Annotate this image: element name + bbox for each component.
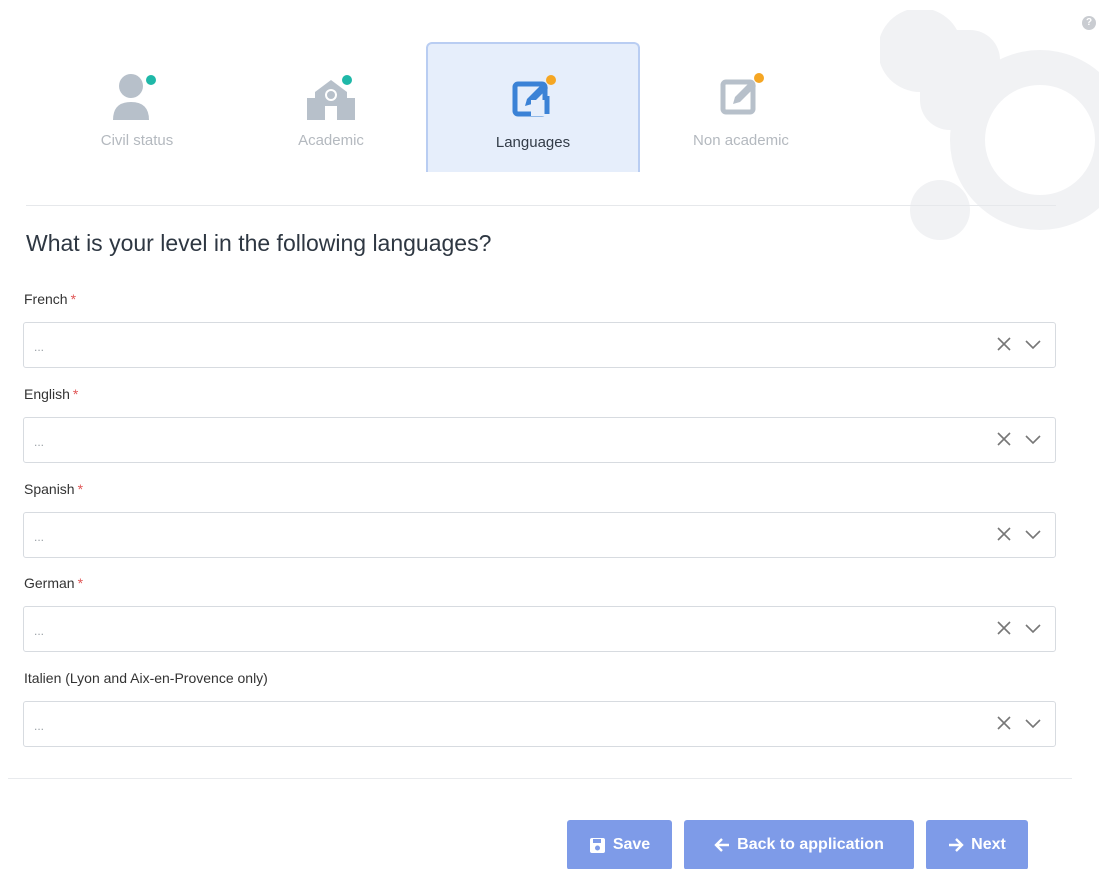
school-icon [301, 68, 361, 122]
save-icon [589, 837, 606, 854]
clear-icon[interactable] [993, 333, 1015, 355]
select-value: ... [34, 340, 45, 354]
select-value: ... [34, 624, 45, 638]
save-button[interactable]: Save [567, 820, 672, 869]
edit-icon [711, 68, 771, 122]
chevron-down-icon[interactable] [1023, 712, 1043, 734]
select-value: ... [34, 719, 45, 733]
select-value: ... [34, 435, 45, 449]
step-non-academic[interactable]: Non academic [634, 42, 848, 172]
chevron-down-icon[interactable] [1023, 428, 1043, 450]
required-marker: * [77, 575, 84, 591]
select-value: ... [34, 530, 45, 544]
french-level-select[interactable]: ... [23, 322, 1056, 368]
required-marker: * [77, 481, 84, 497]
step-academic[interactable]: Academic [224, 42, 438, 172]
step-label: Languages [495, 134, 571, 151]
step-civil-status[interactable]: Civil status [30, 42, 244, 172]
clear-icon[interactable] [993, 712, 1015, 734]
edit-icon [503, 70, 563, 124]
step-label: Non academic [693, 132, 789, 149]
chevron-down-icon[interactable] [1023, 523, 1043, 545]
chevron-down-icon[interactable] [1023, 333, 1043, 355]
field-label-spanish: Spanish * [24, 481, 84, 497]
divider [8, 778, 1072, 779]
arrow-left-icon [714, 838, 730, 852]
user-icon [107, 68, 167, 122]
step-label: Civil status [100, 132, 174, 149]
save-button-label: Save [612, 836, 651, 853]
field-label-italian: Italien (Lyon and Aix-en-Provence only) [24, 670, 268, 686]
page-title: What is your level in the following lang… [26, 230, 492, 256]
italian-level-select[interactable]: ... [23, 701, 1056, 747]
step-tabs: Civil status Academic Languages Non acad… [30, 42, 1060, 174]
divider [26, 205, 1056, 206]
step-languages[interactable]: Languages [426, 42, 640, 172]
arrow-right-icon [948, 838, 964, 852]
step-label: Academic [298, 132, 364, 149]
back-button-label: Back to application [737, 836, 884, 853]
clear-icon[interactable] [993, 428, 1015, 450]
field-label-german: German * [24, 575, 84, 591]
chevron-down-icon[interactable] [1023, 617, 1043, 639]
field-label-english: English * [24, 386, 79, 402]
german-level-select[interactable]: ... [23, 606, 1056, 652]
next-button-label: Next [971, 836, 1006, 853]
back-to-application-button[interactable]: Back to application [684, 820, 914, 869]
required-marker: * [70, 291, 77, 307]
field-label-french: French * [24, 291, 77, 307]
english-level-select[interactable]: ... [23, 417, 1056, 463]
clear-icon[interactable] [993, 617, 1015, 639]
required-marker: * [72, 386, 79, 402]
next-button[interactable]: Next [926, 820, 1028, 869]
spanish-level-select[interactable]: ... [23, 512, 1056, 558]
clear-icon[interactable] [993, 523, 1015, 545]
